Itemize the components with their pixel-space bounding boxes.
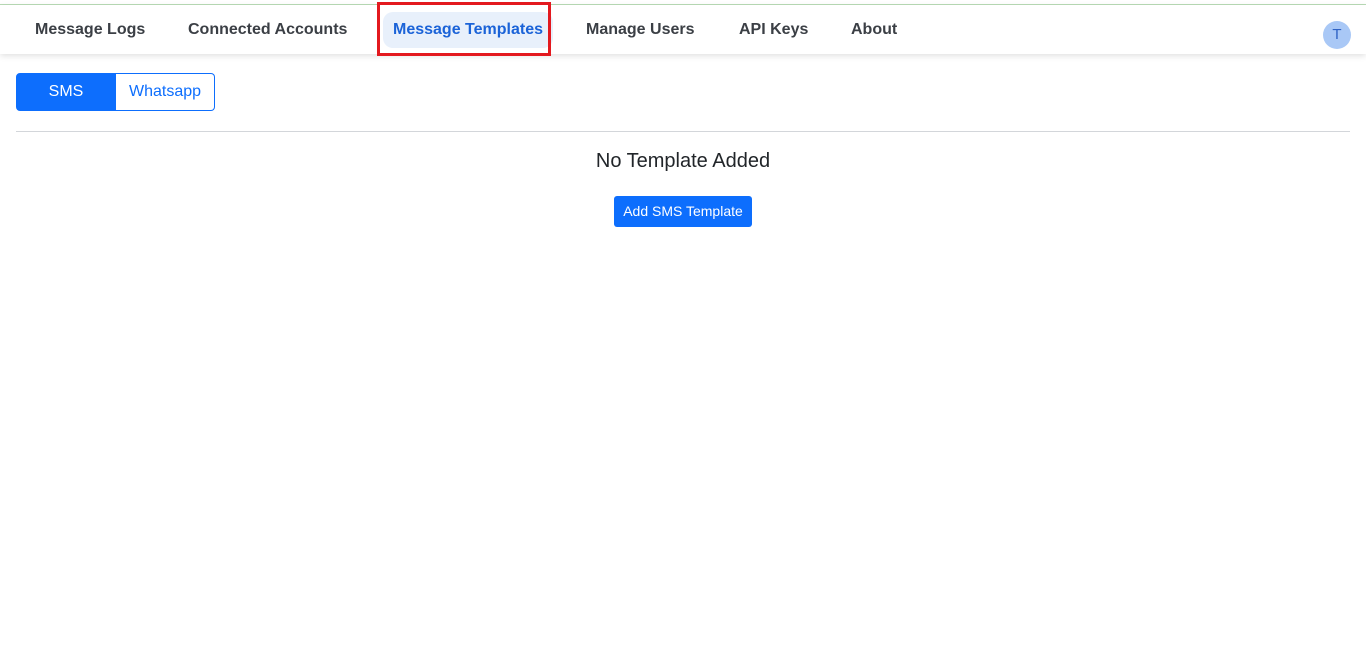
nav-message-templates[interactable]: Message Templates: [383, 12, 553, 48]
whatsapp-tab-button[interactable]: Whatsapp: [116, 73, 215, 111]
add-sms-template-button[interactable]: Add SMS Template: [614, 196, 752, 227]
nav-message-logs[interactable]: Message Logs: [35, 12, 145, 48]
nav-connected-accounts[interactable]: Connected Accounts: [188, 12, 347, 48]
user-avatar[interactable]: T: [1323, 21, 1351, 49]
empty-state-message: No Template Added: [595, 150, 771, 172]
nav-about[interactable]: About: [851, 12, 897, 48]
top-navbar: Message Logs Connected Accounts Message …: [0, 5, 1366, 54]
sms-tab-button[interactable]: SMS: [16, 73, 116, 111]
section-divider: [16, 131, 1350, 132]
nav-manage-users[interactable]: Manage Users: [586, 12, 695, 48]
channel-toggle-group: SMS Whatsapp: [16, 73, 215, 111]
nav-api-keys[interactable]: API Keys: [739, 12, 808, 48]
